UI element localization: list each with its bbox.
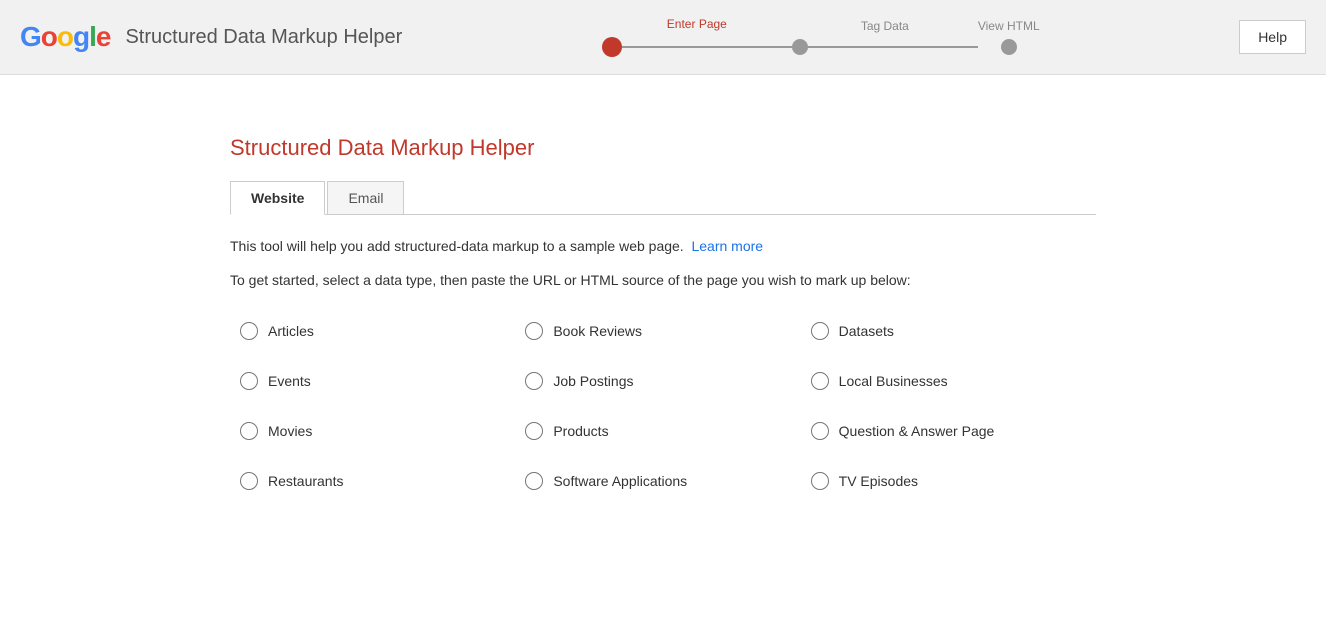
radio-item-movies[interactable]: Movies [240,416,525,446]
radio-label-articles: Articles [268,323,314,339]
radio-movies[interactable] [240,422,258,440]
radio-label-question-answer: Question & Answer Page [839,423,995,439]
radio-item-products[interactable]: Products [525,416,810,446]
line-1 [622,46,792,48]
app-title: Structured Data Markup Helper [125,26,402,49]
radio-question-answer[interactable] [811,422,829,440]
data-type-grid: Articles Book Reviews Datasets Events Jo… [240,316,1096,496]
description-text: This tool will help you add structured-d… [230,238,684,254]
header-left: Google Structured Data Markup Helper [20,21,402,53]
step-dot-row-3 [1001,39,1017,55]
step-tag-data-label: Tag Data [861,19,909,33]
radio-job-postings[interactable] [525,372,543,390]
radio-label-tv-episodes: TV Episodes [839,473,918,489]
radio-local-businesses[interactable] [811,372,829,390]
radio-item-software-applications[interactable]: Software Applications [525,466,810,496]
step-enter-page: Enter Page [602,17,792,57]
radio-book-reviews[interactable] [525,322,543,340]
radio-item-tv-episodes[interactable]: TV Episodes [811,466,1096,496]
progress-steps: Enter Page Tag Data View HTML [602,17,1040,57]
logo-letter-e: e [96,21,111,53]
tabs: Website Email [230,181,1096,215]
radio-item-datasets[interactable]: Datasets [811,316,1096,346]
sub-description: To get started, select a data type, then… [230,269,1096,291]
tab-email[interactable]: Email [327,181,404,214]
step-enter-page-label: Enter Page [667,17,727,31]
logo-letter-l: l [89,21,96,53]
step-dot-1 [602,37,622,57]
radio-label-job-postings: Job Postings [553,373,633,389]
page-title: Structured Data Markup Helper [230,135,1096,161]
radio-restaurants[interactable] [240,472,258,490]
radio-label-movies: Movies [268,423,312,439]
radio-item-events[interactable]: Events [240,366,525,396]
step-dot-3 [1001,39,1017,55]
radio-label-events: Events [268,373,311,389]
line-2 [808,46,978,48]
google-logo: Google [20,21,110,53]
step-view-html-label: View HTML [978,19,1040,33]
logo-letter-g: G [20,21,41,53]
radio-tv-episodes[interactable] [811,472,829,490]
main-content: Structured Data Markup Helper Website Em… [0,75,1326,642]
header: Google Structured Data Markup Helper Ent… [0,0,1326,75]
radio-item-restaurants[interactable]: Restaurants [240,466,525,496]
radio-software-applications[interactable] [525,472,543,490]
logo-letter-g2: g [73,21,89,53]
radio-item-articles[interactable]: Articles [240,316,525,346]
radio-item-job-postings[interactable]: Job Postings [525,366,810,396]
tab-website[interactable]: Website [230,181,325,215]
learn-more-link[interactable]: Learn more [691,238,763,254]
radio-item-book-reviews[interactable]: Book Reviews [525,316,810,346]
step-dot-2 [792,39,808,55]
radio-label-restaurants: Restaurants [268,473,343,489]
radio-item-local-businesses[interactable]: Local Businesses [811,366,1096,396]
radio-label-datasets: Datasets [839,323,894,339]
step-view-html: View HTML [978,19,1040,55]
logo-letter-o2: o [57,21,73,53]
radio-products[interactable] [525,422,543,440]
radio-events[interactable] [240,372,258,390]
logo-letter-o1: o [41,21,57,53]
help-button[interactable]: Help [1239,20,1306,54]
step-tag-data: Tag Data [792,19,978,55]
radio-item-question-answer[interactable]: Question & Answer Page [811,416,1096,446]
radio-datasets[interactable] [811,322,829,340]
step-dot-row-2 [792,39,978,55]
radio-label-book-reviews: Book Reviews [553,323,642,339]
radio-label-local-businesses: Local Businesses [839,373,948,389]
radio-articles[interactable] [240,322,258,340]
radio-label-products: Products [553,423,608,439]
description: This tool will help you add structured-d… [230,235,1096,257]
radio-label-software-applications: Software Applications [553,473,687,489]
step-dot-row-1 [602,37,792,57]
